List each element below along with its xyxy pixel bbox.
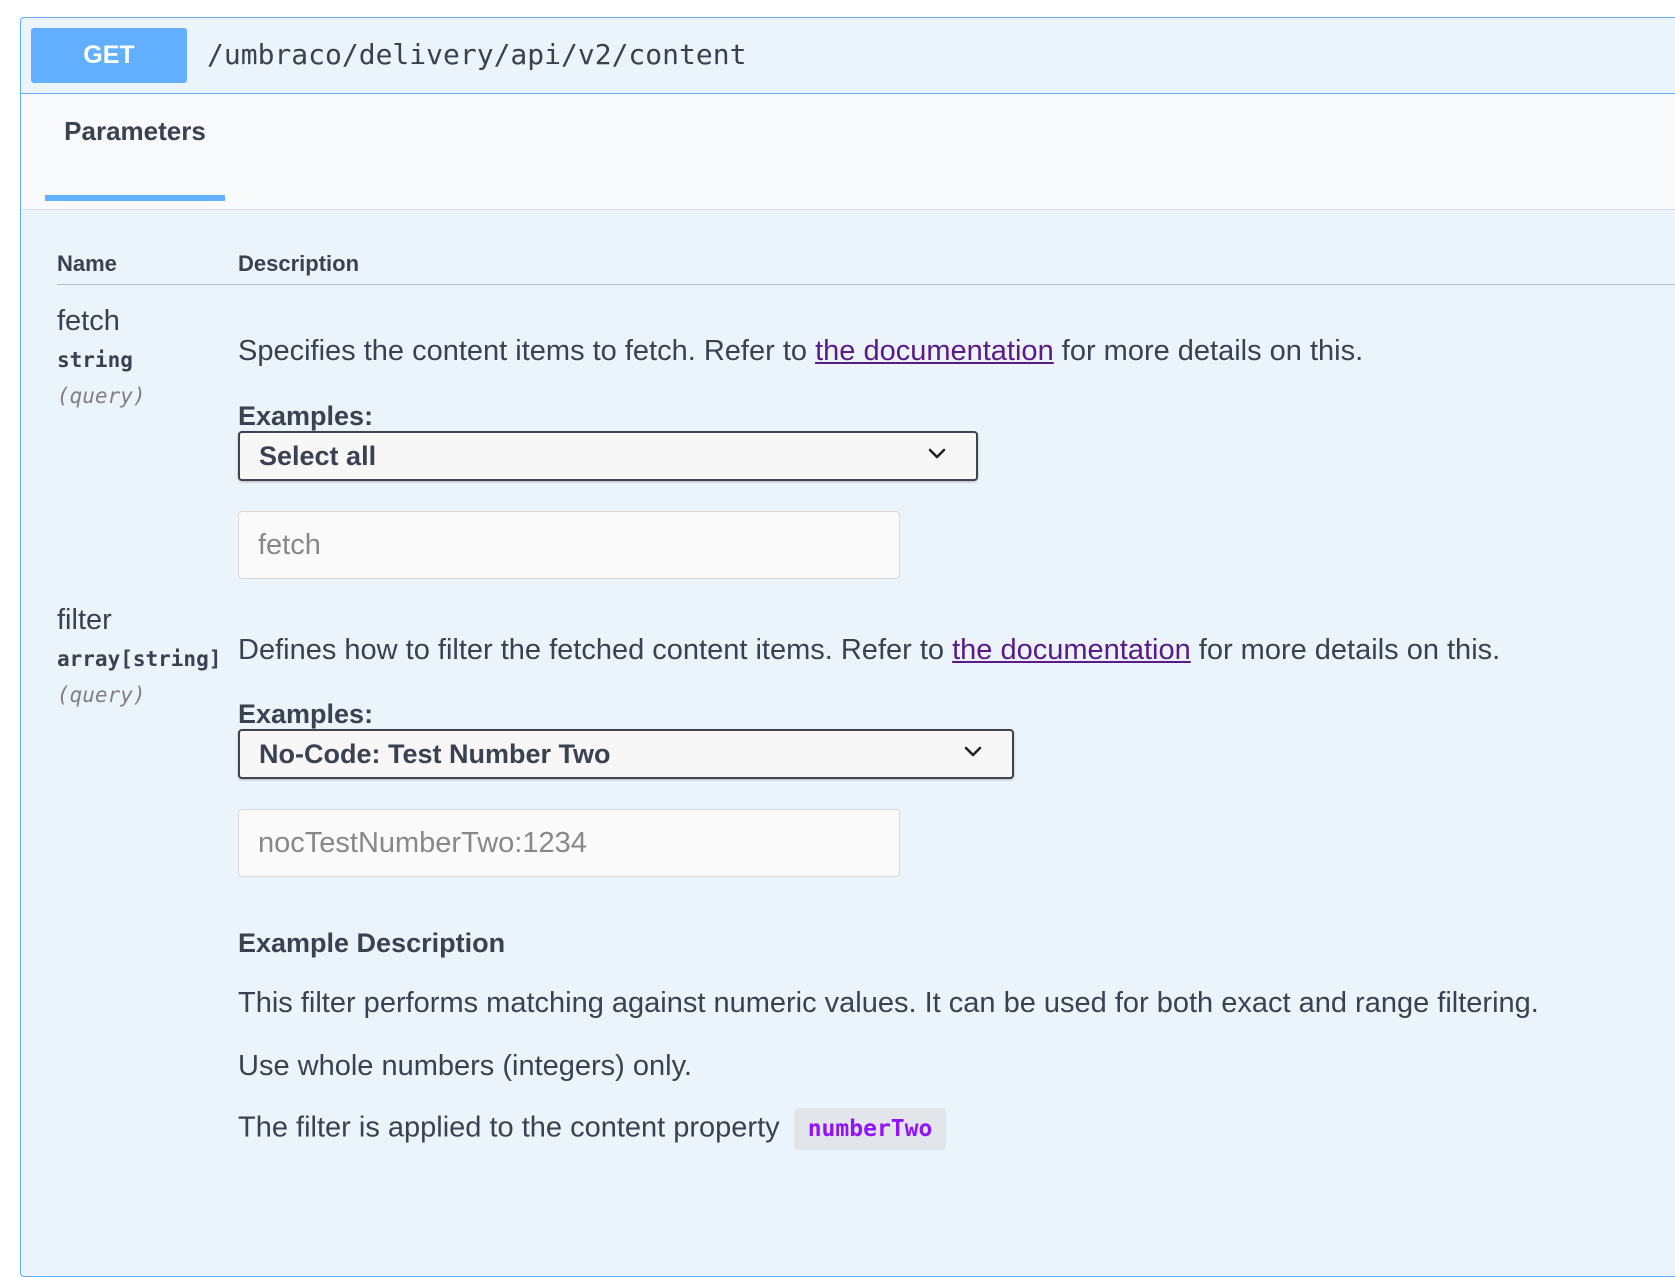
table-header-divider [57,284,1675,285]
column-header-name: Name [57,251,117,276]
operation-block: GET /umbraco/delivery/api/v2/content Par… [20,17,1675,1277]
examples-label: Examples: [238,699,374,729]
example-description-line: Use whole numbers (integers) only. [238,1050,692,1082]
endpoint-path: /umbraco/delivery/api/v2/content [207,38,747,71]
parameters-tab-header: Parameters [21,94,1675,210]
param-name: fetch [57,305,120,337]
operation-summary[interactable]: GET /umbraco/delivery/api/v2/content [21,18,1675,94]
examples-select-value: Select all [259,441,377,471]
example-description-line: This filter performs matching against nu… [238,987,1539,1019]
fetch-input[interactable] [238,511,900,579]
column-header-description: Description [238,251,360,276]
param-description: Defines how to filter the fetched conten… [238,634,1500,667]
chevron-down-icon [928,448,946,459]
param-description-text: for more details on this. [1053,335,1364,367]
param-location: (query) [57,384,146,408]
examples-select-value: No-Code: Test Number Two [259,739,611,769]
filter-input[interactable] [238,809,900,877]
param-name: filter [57,604,112,636]
chevron-down-icon [964,746,982,757]
example-description-line: The filter is applied to the content pro… [238,1108,947,1150]
examples-select[interactable]: No-Code: Test Number Two [238,729,1014,779]
param-location: (query) [57,683,146,707]
param-description: Specifies the content items to fetch. Re… [238,335,1363,368]
property-sentence: The filter is applied to the content pro… [238,1111,788,1144]
param-description-text: for more details on this. [1190,634,1501,666]
examples-label: Examples: [238,401,374,431]
param-description-text: Defines how to filter the fetched conten… [238,634,953,666]
documentation-link[interactable]: the documentation [952,634,1191,666]
tab-active-indicator [45,195,225,201]
param-description-text: Specifies the content items to fetch. Re… [238,335,816,367]
property-code: numberTwo [793,1108,947,1150]
documentation-link[interactable]: the documentation [815,335,1054,367]
http-method-badge: GET [31,28,187,83]
example-description-title: Example Description [238,928,506,958]
param-type: string [57,348,133,372]
tab-parameters[interactable]: Parameters [45,116,225,147]
param-type: array[string] [57,647,222,671]
examples-select[interactable]: Select all [238,431,978,481]
